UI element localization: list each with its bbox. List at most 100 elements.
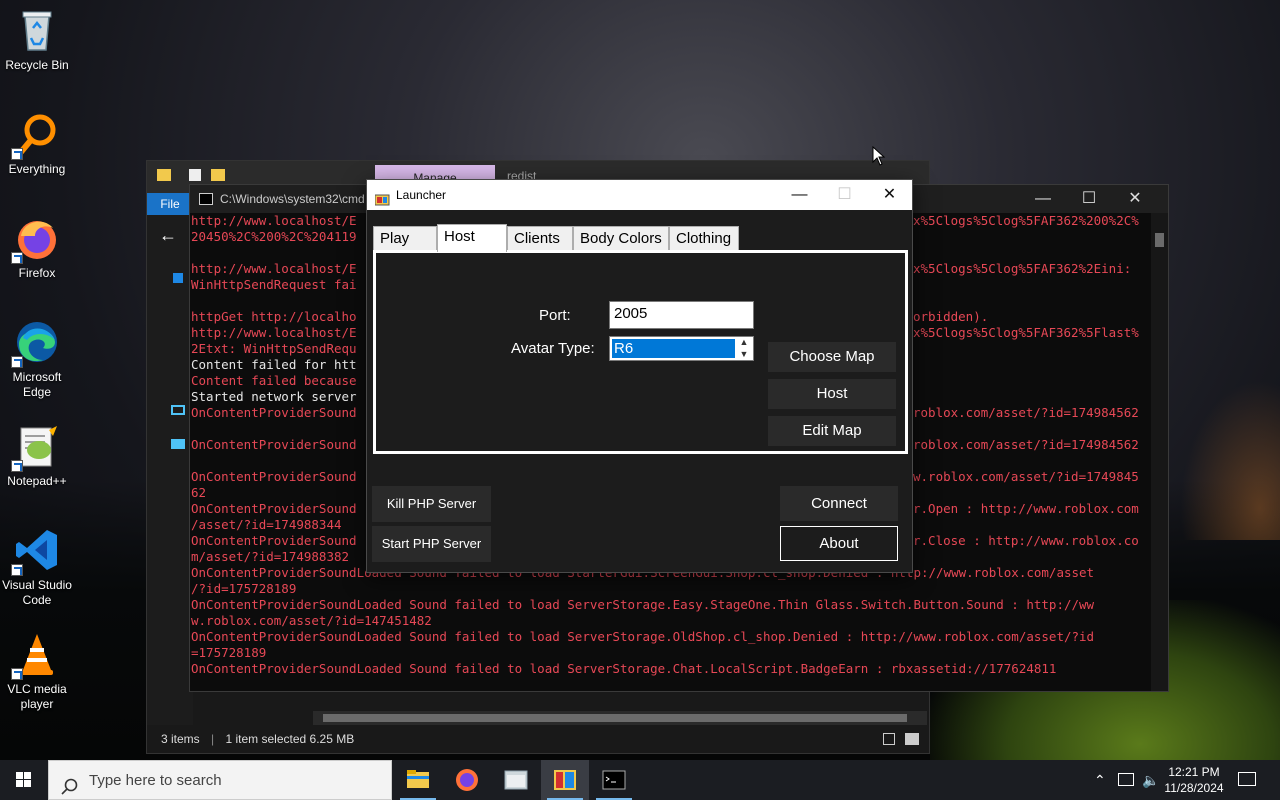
console-line-fragment: x%5Clogs%5Clog%5FAF362%200%2C% [913, 213, 1139, 228]
console-scrollbar[interactable] [1151, 213, 1168, 691]
console-line-fragment: roblox.com/asset/?id=174984562 [913, 437, 1139, 452]
avatar-type-spinner[interactable]: R6 ▲ ▼ [609, 336, 754, 361]
explorer-statusbar: 3 items | 1 item selected 6.25 MB [147, 725, 929, 753]
start-php-server-button[interactable]: Start PHP Server [372, 526, 491, 562]
console-line-fragment: r.Close : http://www.roblox.co [913, 533, 1139, 548]
spin-down-icon[interactable]: ▼ [735, 349, 753, 361]
desktop-icon-label: Visual Studio Code [2, 578, 72, 607]
edit-map-button[interactable]: Edit Map [768, 416, 896, 446]
desktop-icon-firefox[interactable]: Firefox [0, 214, 74, 281]
taskbar-file-explorer[interactable] [394, 760, 442, 800]
console-line-text: OnContentProviderSound [191, 405, 357, 420]
host-tab-panel: Port: 2005 Avatar Type: R6 ▲ ▼ Choose Ma… [373, 250, 908, 454]
launcher-maximize-button: ☐ [837, 186, 852, 203]
console-line-fragment: roblox.com/asset/?id=174984562 [913, 405, 1139, 420]
tab-body-colors[interactable]: Body Colors [573, 226, 669, 251]
launcher-titlebar: Launcher — ☐ ✕ [367, 180, 912, 210]
item-count: 3 items [161, 732, 200, 746]
tab-play[interactable]: Play [373, 226, 437, 251]
desktop-icon-label: Firefox [18, 266, 56, 280]
console-line: /?id=175728189 [191, 581, 1152, 597]
network-status-icon[interactable] [1118, 773, 1134, 786]
taskbar-search-box[interactable]: Type here to search [48, 760, 392, 800]
show-hidden-icons-chevron-icon[interactable]: ⌃ [1094, 772, 1106, 789]
launcher-app-icon [554, 770, 576, 790]
properties-icon[interactable] [189, 169, 201, 181]
file-menu-button[interactable]: File [147, 193, 193, 215]
quick-access-icon[interactable] [173, 273, 183, 283]
cmd-icon [199, 193, 213, 205]
desktop-icon-everything[interactable]: Everything [0, 110, 74, 177]
desktop-icon-vlc[interactable]: VLC media player [0, 630, 74, 712]
console-line: OnContentProviderSoundLoaded Sound faile… [191, 629, 1152, 645]
taskbar-firefox[interactable] [443, 760, 491, 800]
windows-logo-icon [16, 772, 31, 787]
notepadpp-icon [11, 422, 61, 472]
console-line-text: http://www.localhost/E [191, 261, 357, 276]
network-icon[interactable] [171, 439, 185, 449]
back-arrow-icon[interactable]: ← [159, 225, 177, 246]
kill-php-server-button[interactable]: Kill PHP Server [372, 486, 491, 522]
desktop-icon-label: Microsoft Edge [12, 370, 62, 399]
this-pc-icon[interactable] [171, 405, 185, 415]
about-button[interactable]: About [780, 526, 898, 561]
spin-up-icon[interactable]: ▲ [735, 337, 753, 349]
connect-button[interactable]: Connect [780, 486, 898, 521]
shortcut-arrow-icon [11, 564, 23, 576]
firefox-icon [456, 769, 478, 791]
shortcut-arrow-icon [11, 252, 23, 264]
desktop-icon-edge[interactable]: Microsoft Edge [0, 318, 74, 400]
navigation-pane[interactable]: ← [147, 215, 193, 735]
console-line-text: http://www.localhost/E [191, 325, 357, 340]
taskbar-cmd[interactable] [590, 760, 638, 800]
start-button[interactable] [0, 760, 48, 800]
desktop-icon-vscode[interactable]: Visual Studio Code [0, 526, 74, 608]
console-minimize-button[interactable]: — [1020, 185, 1066, 213]
new-folder-icon[interactable] [211, 169, 225, 181]
console-line-text: OnContentProviderSound [191, 469, 357, 484]
host-button[interactable]: Host [768, 379, 896, 409]
edge-icon [11, 318, 61, 368]
tab-clothing[interactable]: Clothing [669, 226, 739, 251]
console-line-text: Content failed for htt [191, 357, 357, 372]
details-view-icon[interactable] [883, 733, 895, 745]
choose-map-button[interactable]: Choose Map [768, 342, 896, 372]
console-line: =175728189 [191, 645, 1152, 661]
port-input[interactable]: 2005 [609, 301, 754, 329]
console-line-fragment: x%5Clogs%5Clog%5FAF362%2Eini: [913, 261, 1132, 276]
launcher-close-button[interactable]: ✕ [867, 180, 912, 210]
desktop-icon-label: Notepad++ [7, 474, 67, 488]
launcher-minimize-button[interactable]: — [777, 180, 822, 210]
tab-clients[interactable]: Clients [507, 226, 573, 251]
desktop-icon-recycle-bin[interactable]: Recycle Bin [0, 6, 74, 73]
avatar-type-value: R6 [612, 339, 735, 358]
tiles-view-icon[interactable] [905, 733, 919, 745]
console-line-text: 2Etxt: WinHttpSendRequ [191, 341, 357, 356]
console-line-text: OnContentProviderSoundLoaded Sound faile… [191, 661, 1057, 676]
console-line-text: OnContentProviderSound [191, 533, 357, 548]
shortcut-arrow-icon [11, 668, 23, 680]
console-line-text: /?id=175728189 [191, 581, 297, 596]
tab-host[interactable]: Host [437, 224, 507, 252]
launcher-window: Launcher — ☐ ✕ Play Host Clients Body Colo… [366, 179, 913, 573]
taskbar-clock[interactable]: 12:21 PM 11/28/2024 [1150, 764, 1238, 796]
desktop-glow [1180, 380, 1280, 540]
launcher-title: Launcher [396, 188, 447, 202]
desktop-icon-notepadpp[interactable]: Notepad++ [0, 422, 74, 489]
console-close-button[interactable]: ✕ [1112, 185, 1158, 213]
recycle-bin-icon [13, 6, 61, 54]
notifications-icon[interactable] [1238, 772, 1256, 786]
shortcut-arrow-icon [11, 460, 23, 472]
console-title: C:\Windows\system32\cmd [220, 192, 365, 206]
console-line-text: 20450%2C%200%2C%204119 [191, 229, 357, 244]
console-maximize-button[interactable]: ☐ [1066, 185, 1112, 213]
console-line-text: m/asset/?id=174988382 [191, 549, 350, 564]
taskbar-app-window[interactable] [492, 760, 540, 800]
taskbar-launcher[interactable] [541, 760, 589, 800]
explorer-horizontal-scrollbar[interactable] [313, 711, 927, 725]
console-line-text: OnContentProviderSound [191, 437, 357, 452]
folder-icon [407, 770, 429, 788]
launcher-app-icon [374, 188, 391, 206]
everything-icon [11, 110, 61, 160]
desktop-icon-label: Recycle Bin [5, 58, 69, 72]
